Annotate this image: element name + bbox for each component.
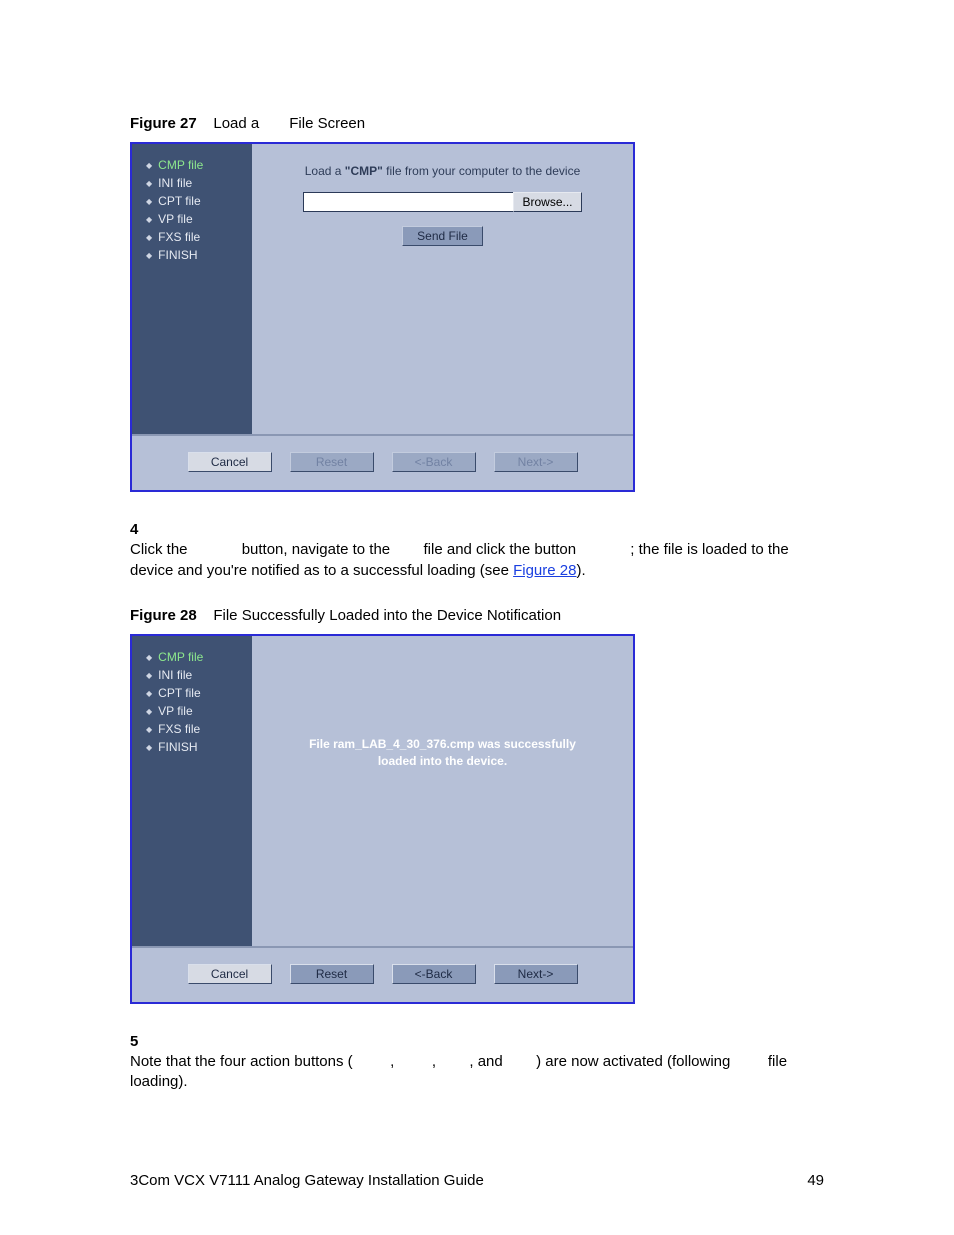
screenshot-load-cmp: CMP file INI file CPT file VP file FXS f… (130, 142, 635, 492)
screenshot-load-success: CMP file INI file CPT file VP file FXS f… (130, 634, 635, 1004)
load-prompt: Load a "CMP" file from your computer to … (272, 164, 613, 178)
sidebar-item-ini[interactable]: INI file (146, 174, 252, 192)
next-button-2[interactable]: Next-> (494, 964, 578, 984)
reset-button: Reset (290, 452, 374, 472)
sidebar-item-vp[interactable]: VP file (146, 210, 252, 228)
figure-27-caption: Figure 27 Load a File Screen (130, 115, 824, 132)
sidebar2-item-ini[interactable]: INI file (146, 666, 252, 684)
wizard-footer: Cancel Reset <-Back Next-> (132, 434, 633, 490)
sidebar-item-cmp[interactable]: CMP file (146, 156, 252, 174)
figure-28-link[interactable]: Figure 28 (513, 562, 576, 579)
figure-27-label: Figure 27 (130, 115, 197, 132)
cancel-button[interactable]: Cancel (188, 452, 272, 472)
footer-title: 3Com VCX V7111 Analog Gateway Installati… (130, 1172, 484, 1189)
cancel-button-2[interactable]: Cancel (188, 964, 272, 984)
step-5-a: Note that the four action buttons ( (130, 1053, 353, 1070)
reset-button-2[interactable]: Reset (290, 964, 374, 984)
step-4-c: file and click the button (419, 541, 580, 558)
wizard-sidebar-2: CMP file INI file CPT file VP file FXS f… (132, 636, 252, 946)
figure-28-title: File Successfully Loaded into the Device… (213, 607, 561, 624)
load-prompt-bold: "CMP" (345, 164, 383, 178)
browse-button[interactable]: Browse... (513, 192, 581, 212)
send-file-button[interactable]: Send File (402, 226, 483, 246)
wizard-footer-2: Cancel Reset <-Back Next-> (132, 946, 633, 1002)
figure-28-label: Figure 28 (130, 607, 197, 624)
page-footer: 3Com VCX V7111 Analog Gateway Installati… (130, 1172, 824, 1189)
next-button: Next-> (494, 452, 578, 472)
load-prompt-post: file from your computer to the device (383, 164, 580, 178)
step-4-b: button, navigate to the (238, 541, 395, 558)
back-button-2[interactable]: <-Back (392, 964, 476, 984)
step-5-b: , (390, 1053, 398, 1070)
footer-page-number: 49 (807, 1172, 824, 1189)
sidebar-item-finish[interactable]: FINISH (146, 246, 252, 264)
step-4-e: ). (576, 562, 585, 579)
file-path-input[interactable] (303, 192, 513, 212)
figure-27-title-b: File Screen (289, 115, 365, 132)
success-message: File ram_LAB_4_30_376.cmp was successful… (272, 656, 613, 770)
success-line-1: File ram_LAB_4_30_376.cmp was successful… (272, 736, 613, 753)
figure-27-title-a: Load a (213, 115, 259, 132)
success-line-2: loaded into the device. (272, 753, 613, 770)
sidebar-item-cpt[interactable]: CPT file (146, 192, 252, 210)
step-5-e: ) are now activated (following (536, 1053, 734, 1070)
step-5: 5 Note that the four action buttons ( , … (130, 1032, 824, 1093)
sidebar2-item-cmp[interactable]: CMP file (146, 648, 252, 666)
figure-28-caption: Figure 28 File Successfully Loaded into … (130, 607, 824, 624)
sidebar2-item-finish[interactable]: FINISH (146, 738, 252, 756)
sidebar2-item-fxs[interactable]: FXS file (146, 720, 252, 738)
step-4-number: 4 (130, 520, 160, 540)
step-5-c: , (432, 1053, 440, 1070)
step-5-number: 5 (130, 1032, 160, 1052)
step-5-d: , and (469, 1053, 507, 1070)
sidebar-item-fxs[interactable]: FXS file (146, 228, 252, 246)
sidebar2-item-vp[interactable]: VP file (146, 702, 252, 720)
step-4-a: Click the (130, 541, 192, 558)
step-4: 4 Click the button, navigate to the file… (130, 520, 824, 581)
back-button: <-Back (392, 452, 476, 472)
sidebar2-item-cpt[interactable]: CPT file (146, 684, 252, 702)
load-prompt-pre: Load a (305, 164, 345, 178)
wizard-sidebar: CMP file INI file CPT file VP file FXS f… (132, 144, 252, 434)
